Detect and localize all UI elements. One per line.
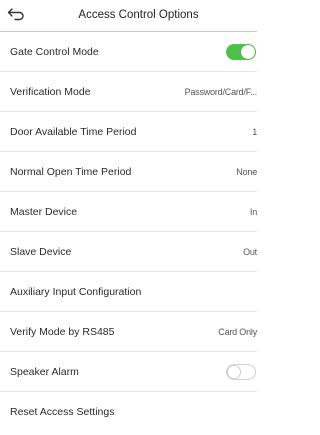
row-verification-mode[interactable]: Verification Mode Password/Card/F...: [0, 72, 257, 112]
page-title: Access Control Options: [78, 9, 199, 21]
row-label: Gate Control Mode: [10, 46, 99, 58]
row-master-device[interactable]: Master Device In: [0, 192, 257, 232]
row-value: 1: [252, 127, 257, 137]
row-value: Out: [243, 247, 257, 257]
row-gate-control-mode[interactable]: Gate Control Mode: [0, 32, 257, 72]
row-door-available-time-period[interactable]: Door Available Time Period 1: [0, 112, 257, 152]
toggle-knob: [241, 45, 255, 59]
row-value: In: [249, 207, 257, 217]
row-label: Speaker Alarm: [10, 366, 79, 378]
back-button[interactable]: [6, 6, 28, 24]
row-label: Door Available Time Period: [10, 126, 137, 138]
header-bar: Access Control Options: [0, 0, 257, 32]
row-auxiliary-input-configuration[interactable]: Auxiliary Input Configuration: [0, 272, 257, 312]
row-label: Verification Mode: [10, 86, 91, 98]
row-slave-device[interactable]: Slave Device Out: [0, 232, 257, 272]
row-label: Verify Mode by RS485: [10, 326, 115, 338]
row-label: Normal Open Time Period: [10, 166, 132, 178]
row-value: None: [236, 167, 257, 177]
toggle-knob: [227, 365, 241, 379]
options-list: Gate Control Mode Verification Mode Pass…: [0, 32, 257, 432]
row-normal-open-time-period[interactable]: Normal Open Time Period None: [0, 152, 257, 192]
speaker-alarm-toggle[interactable]: [226, 364, 256, 380]
row-value: Password/Card/F...: [184, 87, 258, 97]
row-label: Slave Device: [10, 246, 72, 258]
row-verify-mode-by-rs485[interactable]: Verify Mode by RS485 Card Only: [0, 312, 257, 352]
gate-control-mode-toggle[interactable]: [226, 44, 256, 60]
row-label: Master Device: [10, 206, 78, 218]
row-value: Card Only: [218, 327, 257, 337]
row-label: Auxiliary Input Configuration: [10, 286, 142, 298]
back-arrow-icon: [7, 8, 24, 21]
row-reset-access-settings[interactable]: Reset Access Settings: [0, 392, 257, 432]
row-label: Reset Access Settings: [10, 406, 115, 418]
row-speaker-alarm[interactable]: Speaker Alarm: [0, 352, 257, 392]
